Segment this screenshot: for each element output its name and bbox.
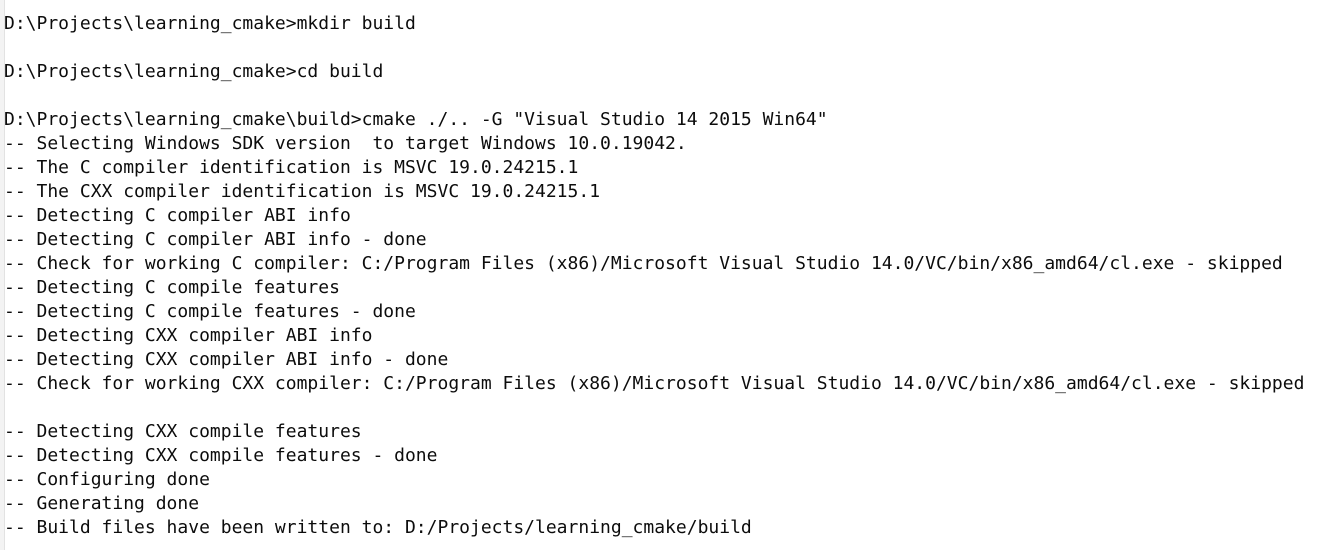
console-window[interactable]: D:\Projects\learning_cmake>mkdir build D… xyxy=(0,0,1326,550)
console-line-output: -- Detecting C compile features - done xyxy=(4,301,416,322)
console-line-output: -- Selecting Windows SDK version to targ… xyxy=(4,133,687,154)
console-line-output: -- Detecting CXX compile features xyxy=(4,421,362,442)
console-line-output: -- Detecting CXX compile features - done xyxy=(4,445,438,466)
console-output: D:\Projects\learning_cmake>mkdir build D… xyxy=(4,12,1304,540)
console-line-prompt-cd: D:\Projects\learning_cmake>cd build xyxy=(4,61,384,82)
console-line-output: -- Detecting CXX compiler ABI info - don… xyxy=(4,349,449,370)
console-line-output: -- Detecting C compiler ABI info xyxy=(4,205,351,226)
console-line-output: -- Detecting CXX compiler ABI info xyxy=(4,325,373,346)
console-line-output: -- Check for working C compiler: C:/Prog… xyxy=(4,253,1283,274)
console-line-output: -- The C compiler identification is MSVC… xyxy=(4,157,579,178)
console-line-output: -- Configuring done xyxy=(4,469,210,490)
console-line-prompt-cmake: D:\Projects\learning_cmake\build>cmake .… xyxy=(4,109,828,130)
console-line-output: -- Detecting C compiler ABI info - done xyxy=(4,229,427,250)
console-line-output: -- The CXX compiler identification is MS… xyxy=(4,181,601,202)
console-line-output: -- Detecting C compile features xyxy=(4,277,340,298)
console-line-output: -- Build files have been written to: D:/… xyxy=(4,517,752,538)
console-line-output: -- Generating done xyxy=(4,493,200,514)
console-line-output: -- Check for working CXX compiler: C:/Pr… xyxy=(4,373,1305,394)
console-line-prompt-mkdir: D:\Projects\learning_cmake>mkdir build xyxy=(4,13,416,34)
